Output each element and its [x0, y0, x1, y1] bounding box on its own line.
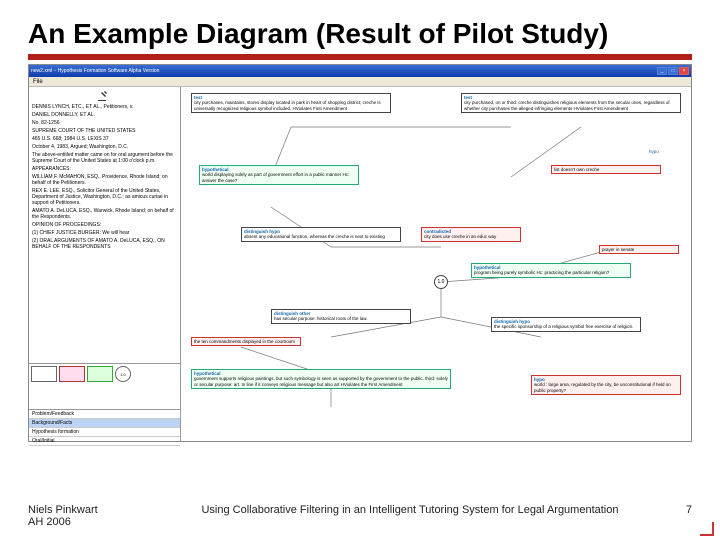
title-underline: [28, 54, 692, 60]
node-hypo-1[interactable]: hypotheticalworld displaying solely as p…: [199, 165, 359, 185]
node-hypo-4[interactable]: hypoworld : large area, regulated by the…: [531, 375, 681, 395]
minimize-button[interactable]: _: [657, 67, 667, 75]
node-distother[interactable]: distinguish otherhas secular purpose: hi…: [271, 309, 411, 323]
mode-item[interactable]: Oral/Initial: [29, 437, 180, 446]
palette-item-green[interactable]: [87, 366, 113, 382]
palette-item[interactable]: [31, 366, 57, 382]
node-contradicted[interactable]: contradictedcity does use creche in an e…: [421, 227, 521, 241]
gavel-icon: [96, 90, 114, 102]
left-panel: DENNIS LYNCH, ETC., ET AL., Petitioners,…: [29, 87, 181, 441]
node-test-right[interactable]: testcity purchased, on or third: creche …: [461, 93, 681, 113]
node-hypo-2[interactable]: hypotheticalprogram being purely symboli…: [471, 263, 631, 277]
mode-list: Problem/Feedback Background/Facts Hypoth…: [29, 409, 180, 441]
slide-title: An Example Diagram (Result of Pilot Stud…: [28, 18, 692, 50]
case-text-area: DENNIS LYNCH, ETC., ET AL., Petitioners,…: [29, 87, 180, 363]
mode-item[interactable]: Problem/Feedback: [29, 410, 180, 419]
tag-hypo: hypo: [649, 149, 659, 154]
maximize-button[interactable]: □: [668, 67, 678, 75]
mode-item-selected[interactable]: Background/Facts: [29, 419, 180, 428]
footer-author: Niels Pinkwart: [28, 504, 168, 516]
footer-venue: AH 2006: [28, 516, 168, 528]
menubar: File: [29, 77, 691, 87]
footer-title: Using Collaborative Filtering in an Inte…: [168, 504, 652, 528]
node-fact-1[interactable]: list doesn't own creche: [551, 165, 661, 174]
connector-circle[interactable]: 1.0: [434, 275, 448, 289]
palette: 1.0: [29, 363, 180, 409]
close-button[interactable]: ×: [679, 67, 689, 75]
node-fact-3[interactable]: the ten commandments displayed in the co…: [191, 337, 301, 346]
node-test-left[interactable]: testcity purchases, maintains, stores di…: [191, 93, 391, 113]
node-fact-2[interactable]: prayer in senate: [599, 245, 679, 254]
window-title: new2.xml – Hypothesis Formation Software…: [31, 68, 657, 74]
diagram-canvas[interactable]: testcity purchases, maintains, stores di…: [181, 87, 691, 441]
slide-footer: Niels Pinkwart AH 2006 Using Collaborati…: [28, 504, 692, 528]
mode-item[interactable]: Hypothesis formation: [29, 428, 180, 437]
node-hypo-3[interactable]: hypotheticalgovernment supports religiou…: [191, 369, 451, 389]
palette-item-red[interactable]: [59, 366, 85, 382]
palette-item-circle[interactable]: 1.0: [115, 366, 131, 382]
page-number: 7: [652, 504, 692, 528]
app-window: new2.xml – Hypothesis Formation Software…: [28, 64, 692, 442]
titlebar: new2.xml – Hypothesis Formation Software…: [29, 65, 691, 77]
node-disthypo-1[interactable]: distinguish hypoabsent any educational f…: [241, 227, 401, 241]
node-disthypo-2[interactable]: distinguish hypothe specific sponsorship…: [491, 317, 641, 331]
menu-file[interactable]: File: [33, 77, 43, 86]
corner-decoration: [700, 522, 714, 536]
